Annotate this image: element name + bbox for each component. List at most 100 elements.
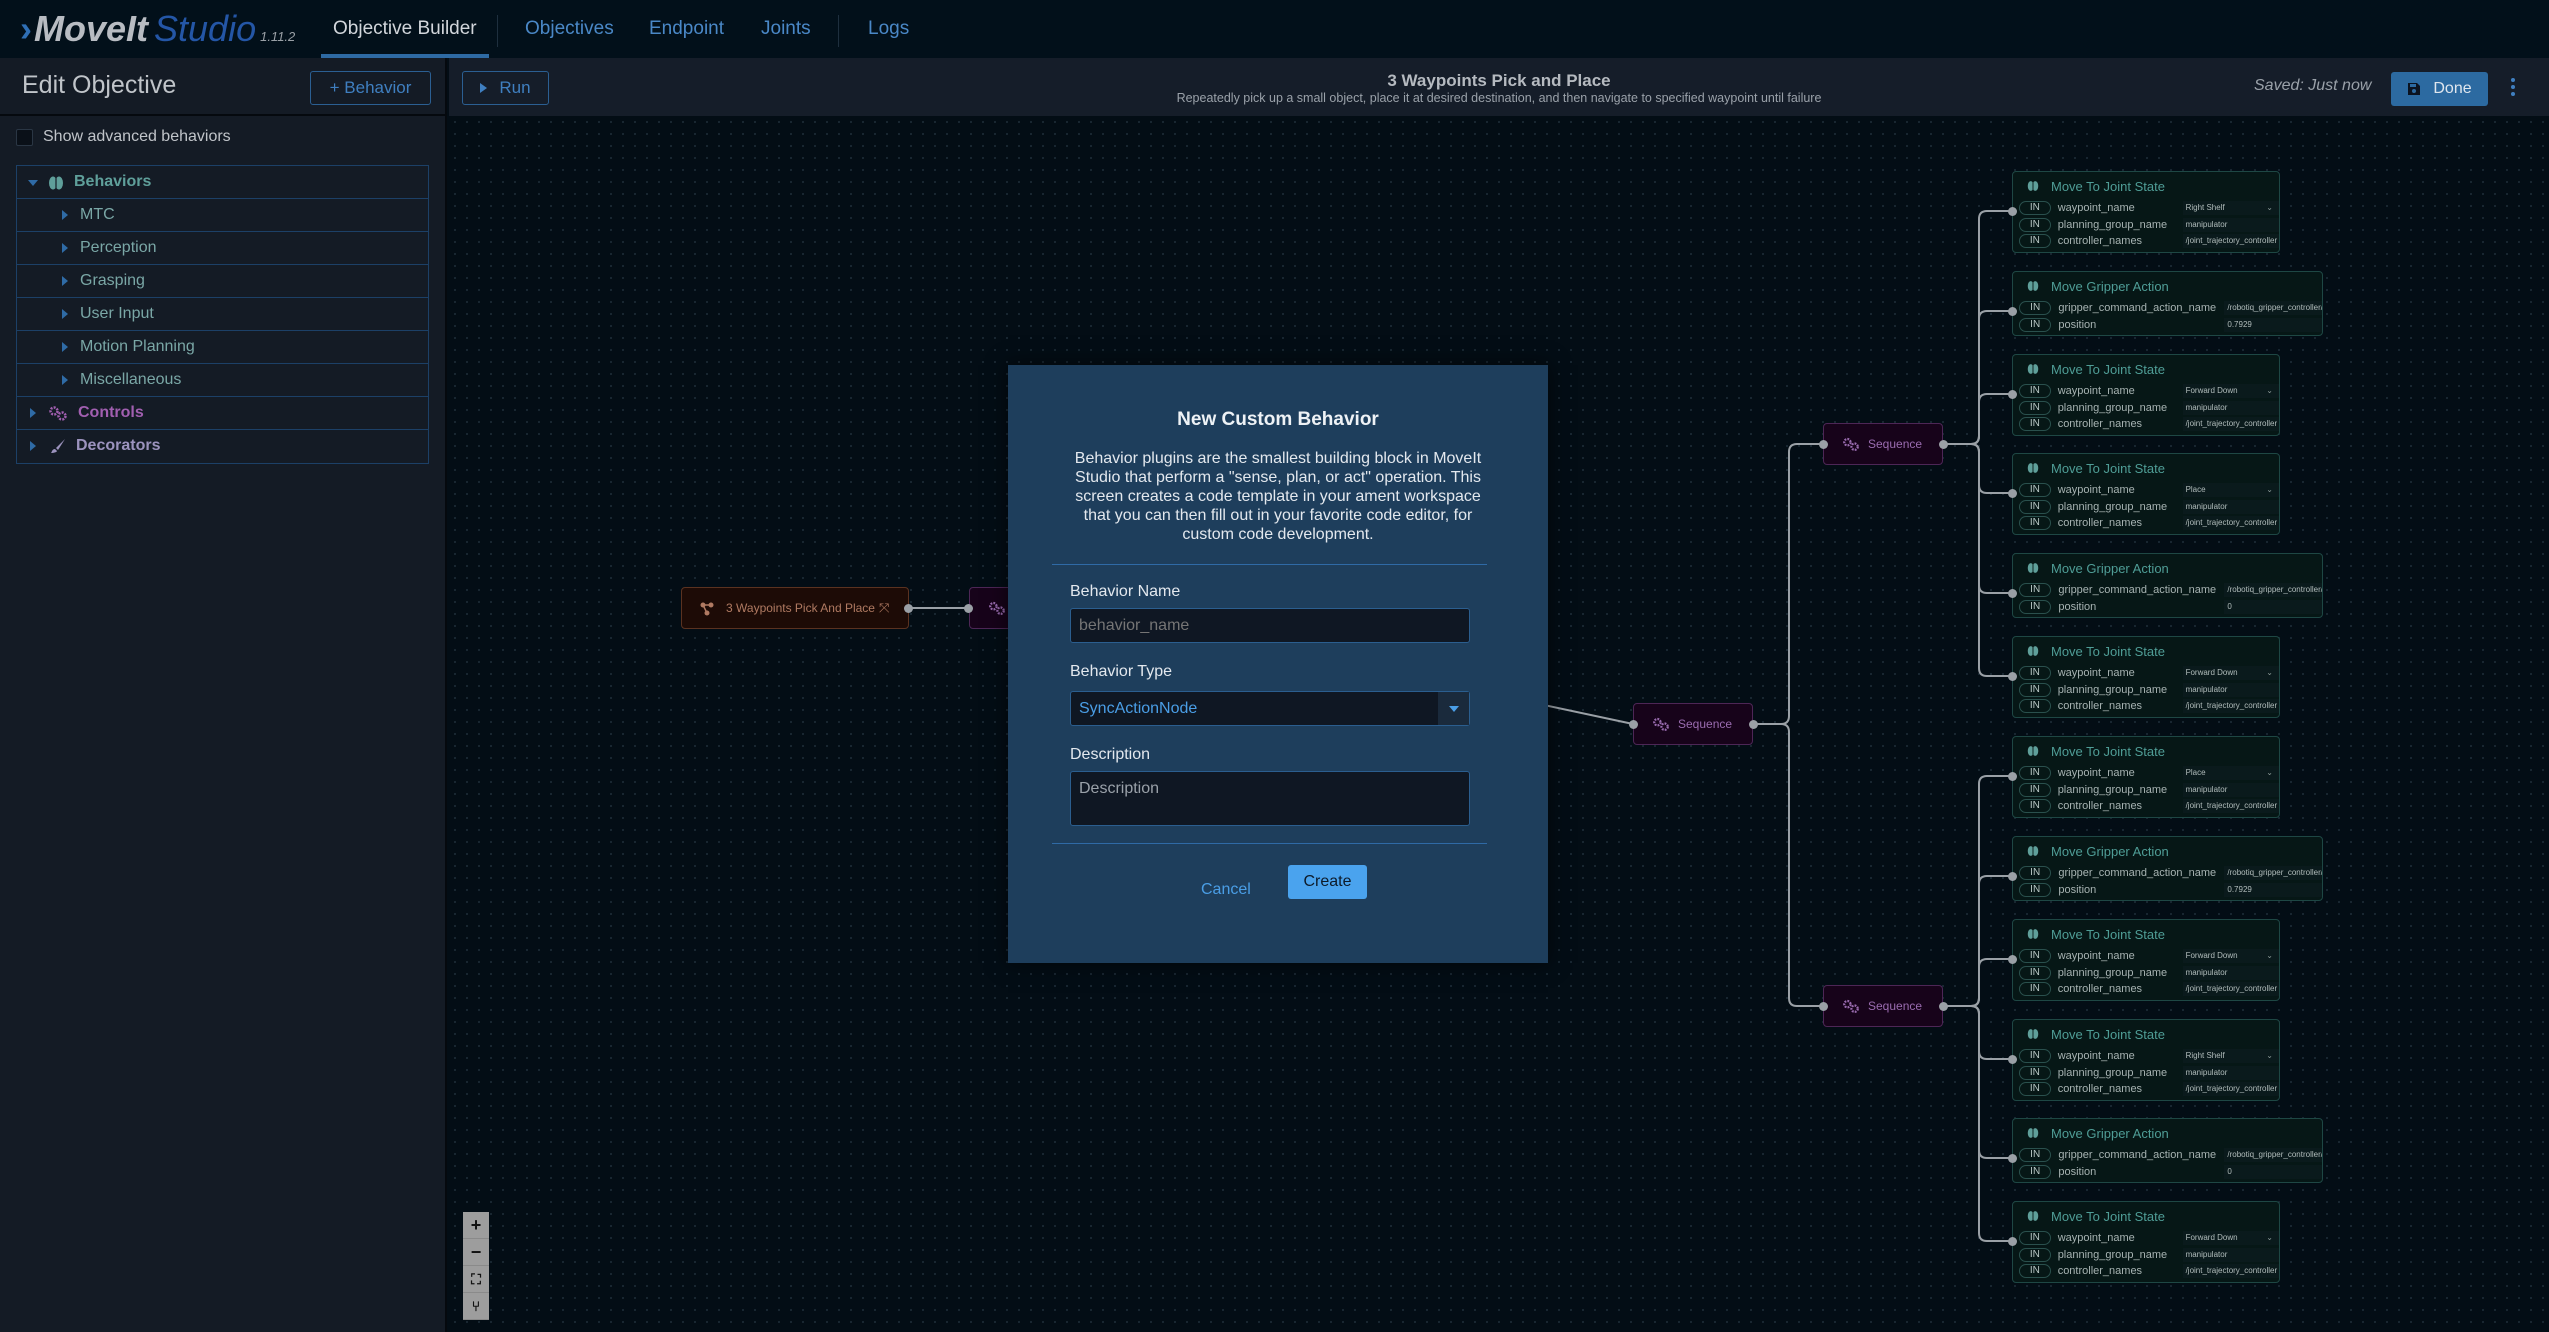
port-value-input[interactable]: manipulator	[2182, 400, 2279, 415]
chevron-down-icon[interactable]: ⌄	[2266, 666, 2273, 680]
tab-joints[interactable]: Joints	[761, 0, 811, 58]
tree-item-controls[interactable]: Controls	[17, 397, 428, 430]
port-dot[interactable]	[2007, 1054, 2017, 1064]
port-value-input[interactable]: /robotiq_gripper_controller/gri	[2224, 1148, 2322, 1162]
tab-logs[interactable]: Logs	[868, 0, 909, 58]
chevron-down-icon[interactable]: ⌄	[2266, 384, 2273, 398]
port-value-input[interactable]: Forward Down ⌄	[2182, 666, 2279, 680]
tab-endpoint[interactable]: Endpoint	[649, 0, 724, 58]
zoom-out-icon[interactable]: −	[463, 1239, 489, 1266]
tab-objectives[interactable]: Objectives	[525, 0, 614, 58]
port-dot[interactable]	[2007, 871, 2017, 881]
tree-item-grasping[interactable]: Grasping	[17, 265, 428, 298]
port-dot[interactable]	[2007, 306, 2017, 316]
auto-layout-icon[interactable]: ⑂	[463, 1293, 489, 1320]
chevron-down-icon[interactable]	[1438, 692, 1469, 725]
port-value-input[interactable]: /joint_trajectory_controller /ro	[2182, 516, 2279, 530]
description-textarea[interactable]: Description	[1070, 771, 1470, 826]
output-port[interactable]	[904, 604, 913, 613]
chevron-down-icon[interactable]: ⌄	[2266, 201, 2273, 215]
port-value-input[interactable]: manipulator	[2182, 1247, 2279, 1262]
sequence-node[interactable]: Sequence	[1633, 703, 1753, 745]
chevron-down-icon[interactable]: ⌄	[2266, 483, 2273, 497]
port-dot[interactable]	[1818, 1001, 1828, 1011]
behavior-node[interactable]: Move To Joint State IN waypoint_name Right …	[2012, 1019, 2280, 1101]
port-value-input[interactable]: /joint_trajectory_controller /ro	[2182, 699, 2279, 713]
add-behavior-button[interactable]: + Behavior	[310, 71, 431, 105]
behavior-node[interactable]: Move Gripper Action IN gripper_command_act…	[2012, 553, 2323, 618]
collapse-icon[interactable]: ⤧	[879, 600, 889, 616]
zoom-in-icon[interactable]: +	[463, 1212, 489, 1239]
port-value-input[interactable]: manipulator	[2182, 782, 2279, 797]
port-dot[interactable]	[1938, 439, 1948, 449]
port-value-input[interactable]: /joint_trajectory_controller /ro	[2182, 982, 2279, 996]
tree-item-mtc[interactable]: MTC	[17, 199, 428, 232]
behavior-node[interactable]: Move To Joint State IN waypoint_name Forwar…	[2012, 354, 2280, 436]
port-value-input[interactable]: Forward Down ⌄	[2182, 1231, 2279, 1245]
chevron-down-icon[interactable]: ⌄	[2266, 766, 2273, 780]
sequence-node[interactable]: Sequence	[1823, 985, 1943, 1027]
create-button[interactable]: Create	[1288, 865, 1367, 899]
port-dot[interactable]	[1818, 439, 1828, 449]
input-port[interactable]	[964, 604, 973, 613]
show-advanced-toggle[interactable]: Show advanced behaviors	[16, 128, 231, 146]
show-advanced-checkbox[interactable]	[16, 128, 33, 146]
port-dot[interactable]	[2007, 671, 2017, 681]
port-dot[interactable]	[2007, 488, 2017, 498]
port-dot[interactable]	[2007, 954, 2017, 964]
port-value-input[interactable]: manipulator	[2182, 682, 2279, 697]
port-value-input[interactable]: /robotiq_gripper_controller/gri	[2224, 301, 2322, 315]
port-value-input[interactable]: 0	[2224, 599, 2322, 614]
port-dot[interactable]	[2007, 588, 2017, 598]
port-dot[interactable]	[1628, 719, 1638, 729]
behavior-node[interactable]: Move To Joint State IN waypoint_name Right …	[2012, 171, 2280, 253]
port-value-input[interactable]: /joint_trajectory_controller /ro	[2182, 1264, 2279, 1278]
port-value-input[interactable]: Forward Down ⌄	[2182, 384, 2279, 398]
behavior-node[interactable]: Move To Joint State IN waypoint_name Place ⌄…	[2012, 453, 2280, 535]
behavior-node[interactable]: Move To Joint State IN waypoint_name Forwar…	[2012, 1201, 2280, 1283]
port-value-input[interactable]: Place ⌄	[2182, 483, 2279, 497]
port-value-input[interactable]: /joint_trajectory_controller /ro	[2182, 1082, 2279, 1096]
port-value-input[interactable]: /joint_trajectory_controller /ro	[2182, 417, 2279, 431]
port-dot[interactable]	[2007, 771, 2017, 781]
behavior-node[interactable]: Move Gripper Action IN gripper_command_act…	[2012, 271, 2323, 336]
behavior-node[interactable]: Move To Joint State IN waypoint_name Place ⌄…	[2012, 736, 2280, 818]
port-dot[interactable]	[2007, 1153, 2017, 1163]
port-dot[interactable]	[1748, 719, 1758, 729]
behavior-node[interactable]: Move To Joint State IN waypoint_name Forwar…	[2012, 919, 2280, 1001]
chevron-down-icon[interactable]: ⌄	[2266, 949, 2273, 963]
sequence-node[interactable]: Sequence	[1823, 423, 1943, 465]
port-value-input[interactable]: Right Shelf ⌄	[2182, 201, 2279, 215]
fit-view-icon[interactable]: ⛶	[463, 1266, 489, 1293]
tab-objective-builder[interactable]: Objective Builder	[321, 0, 489, 58]
chevron-down-icon[interactable]: ⌄	[2266, 1049, 2273, 1063]
behavior-type-select[interactable]: SyncActionNode	[1070, 691, 1470, 726]
port-value-input[interactable]: manipulator	[2182, 965, 2279, 980]
port-value-input[interactable]: 0.7929	[2224, 882, 2322, 897]
behavior-node[interactable]: Move To Joint State IN waypoint_name Forwar…	[2012, 636, 2280, 718]
cancel-button[interactable]: Cancel	[1201, 881, 1251, 899]
port-dot[interactable]	[2007, 389, 2017, 399]
port-value-input[interactable]: /joint_trajectory_controller /ro	[2182, 234, 2279, 248]
behavior-node[interactable]: Move Gripper Action IN gripper_command_act…	[2012, 1118, 2323, 1183]
port-dot[interactable]	[2007, 1236, 2017, 1246]
port-value-input[interactable]: manipulator	[2182, 1065, 2279, 1080]
tree-item-decorators[interactable]: Decorators	[17, 430, 428, 463]
behavior-node[interactable]: Move Gripper Action IN gripper_command_act…	[2012, 836, 2323, 901]
port-dot[interactable]	[2007, 206, 2017, 216]
behavior-name-input[interactable]	[1070, 608, 1470, 643]
port-value-input[interactable]: Right Shelf ⌄	[2182, 1049, 2279, 1063]
root-node[interactable]: 3 Waypoints Pick And Place ⤧	[681, 587, 909, 629]
tree-item-motion-planning[interactable]: Motion Planning	[17, 331, 428, 364]
port-dot[interactable]	[1938, 1001, 1948, 1011]
tree-item-perception[interactable]: Perception	[17, 232, 428, 265]
done-button[interactable]: Done	[2391, 72, 2488, 106]
port-value-input[interactable]: Forward Down ⌄	[2182, 949, 2279, 963]
port-value-input[interactable]: /robotiq_gripper_controller/gri	[2224, 866, 2322, 880]
port-value-input[interactable]: /joint_trajectory_controller /ro	[2182, 799, 2279, 813]
more-options-icon[interactable]	[2509, 76, 2517, 100]
port-value-input[interactable]: Place ⌄	[2182, 766, 2279, 780]
chevron-down-icon[interactable]: ⌄	[2266, 1231, 2273, 1245]
port-value-input[interactable]: manipulator	[2182, 217, 2279, 232]
tree-item-user-input[interactable]: User Input	[17, 298, 428, 331]
